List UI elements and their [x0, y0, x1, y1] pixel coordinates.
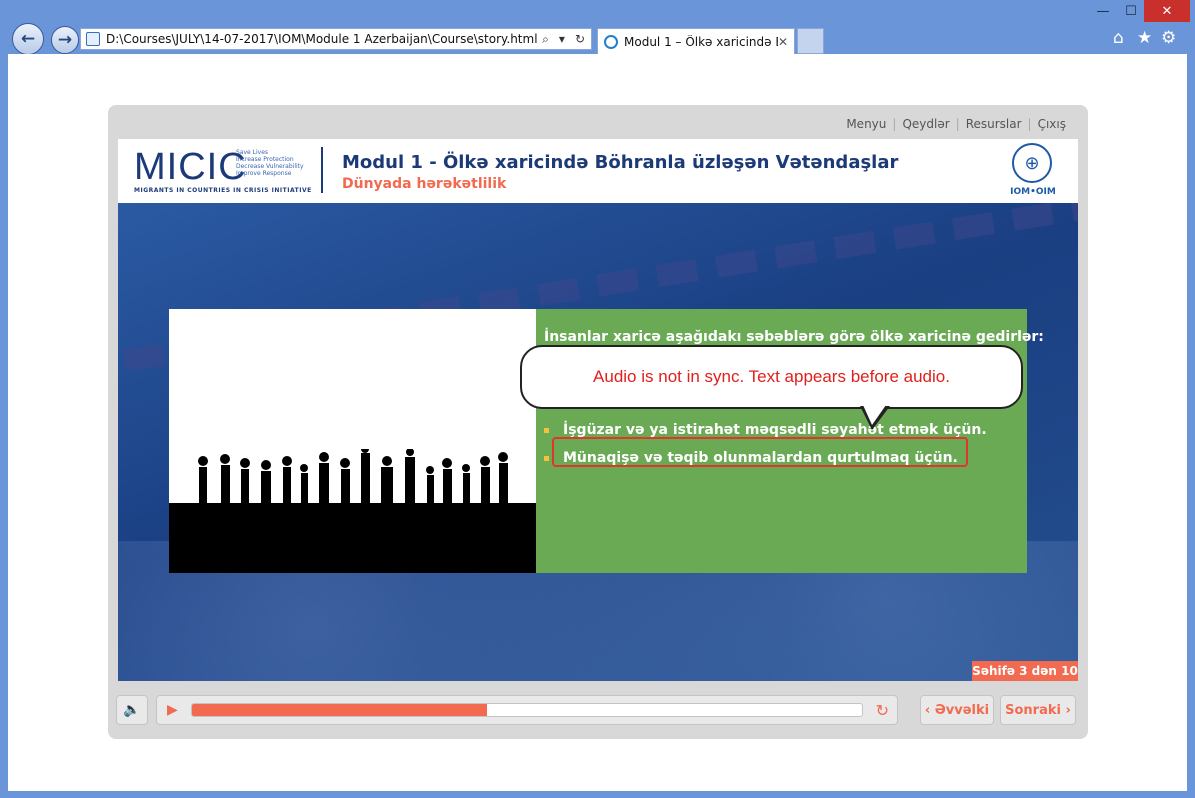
forward-arrow-icon: → [57, 30, 73, 50]
close-tab-icon[interactable]: ✕ [778, 35, 788, 49]
minimize-button[interactable]: — [1088, 0, 1118, 22]
page-icon [86, 32, 100, 46]
browser-window: — ☐ ✕ ← → D:\Courses\JULY\14-07-2017\IOM… [0, 0, 1195, 798]
course-title: Modul 1 - Ölkə xaricində Böhranla üzləşə… [342, 152, 899, 173]
next-button[interactable]: Sonraki › [1000, 695, 1076, 725]
iom-logo-text: IOM•OIM [1010, 187, 1056, 197]
seekbar-fill [192, 704, 487, 716]
chevron-right-icon: › [1060, 702, 1071, 718]
back-button[interactable]: ← [12, 23, 44, 55]
dropdown-icon[interactable]: ▾ [559, 32, 565, 47]
ie-icon [604, 34, 618, 49]
globe-icon: ⊕ [1012, 143, 1052, 183]
review-callout: Audio is not in sync. Text appears befor… [520, 345, 1023, 409]
migrants-image [169, 309, 536, 573]
address-url[interactable]: D:\Courses\JULY\14-07-2017\IOM\Module 1 … [106, 32, 542, 46]
course-player: Menyu | Qeydlər | Resurslar | Çıxış MICIC S… [108, 105, 1088, 739]
slide-heading: İnsanlar xaricə aşağıdakı səbəblərə görə… [544, 329, 1044, 345]
seekbar-container: ▶ ↻ [156, 695, 898, 725]
address-bar[interactable]: D:\Courses\JULY\14-07-2017\IOM\Module 1 … [80, 28, 592, 50]
slide-stage: İnsanlar xaricə aşağıdakı səbəblərə görə… [118, 203, 1078, 681]
migrants-silhouette-icon [198, 449, 508, 509]
player-menu: Menyu | Qeydlər | Resurslar | Çıxış [840, 117, 1072, 131]
micic-subtitle: MIGRANTS IN COUNTRIES IN CRISIS INITIATI… [134, 187, 312, 194]
volume-button[interactable]: 🔈 [116, 695, 148, 725]
refresh-icon[interactable]: ↻ [575, 32, 585, 47]
iom-logo: ⊕ IOM•OIM [1006, 143, 1060, 199]
micic-tagline: Save Lives Increase Protection Decrease … [236, 149, 304, 177]
micic-logo: MICIC [134, 146, 247, 188]
previous-button[interactable]: ‹ Əvvəlki [920, 695, 994, 725]
speaker-icon: 🔈 [123, 702, 141, 718]
tab-course[interactable]: Modul 1 – Ölkə xaricində B... ✕ [597, 28, 795, 54]
course-header: MICIC Save Lives Increase Protection Dec… [118, 139, 1078, 203]
star-icon[interactable]: ★ [1137, 28, 1152, 48]
callout-tail-fill [863, 405, 886, 425]
playback-controls: 🔈 ▶ ↻ ‹ Əvvəlki Sonraki › [108, 693, 1088, 729]
page-viewport: Menyu | Qeydlər | Resurslar | Çıxış MICIC S… [8, 54, 1187, 791]
page-indicator: Səhifə 3 dən 10 [972, 661, 1078, 681]
list-item: İşgüzar və ya istirahət məqsədli səyahət… [544, 422, 987, 438]
menu-item-exit[interactable]: Çıxış [1032, 117, 1072, 131]
tab-title: Modul 1 – Ölkə xaricində B... [624, 34, 778, 49]
replay-icon[interactable]: ↻ [876, 701, 889, 720]
back-arrow-icon: ← [20, 29, 36, 49]
ground-silhouette [169, 503, 536, 573]
course-subtitle: Dünyada hərəkətlilik [342, 176, 507, 192]
menu-item-menyu[interactable]: Menyu [840, 117, 892, 131]
menu-item-resources[interactable]: Resurslar [960, 117, 1028, 131]
highlight-box [552, 437, 968, 467]
maximize-button[interactable]: ☐ [1118, 0, 1144, 22]
gear-icon[interactable]: ⚙ [1161, 28, 1176, 48]
close-window-button[interactable]: ✕ [1144, 0, 1190, 22]
search-icon[interactable]: ⌕ [542, 32, 549, 47]
forward-button[interactable]: → [51, 26, 79, 54]
header-divider [321, 147, 323, 193]
menu-item-notes[interactable]: Qeydlər [896, 117, 955, 131]
new-tab-button[interactable] [797, 28, 824, 54]
play-icon[interactable]: ▶ [167, 702, 178, 718]
callout-text: Audio is not in sync. Text appears befor… [593, 367, 950, 386]
seekbar[interactable] [191, 703, 863, 717]
chevron-left-icon: ‹ [924, 702, 935, 718]
home-icon[interactable]: ⌂ [1113, 28, 1124, 48]
